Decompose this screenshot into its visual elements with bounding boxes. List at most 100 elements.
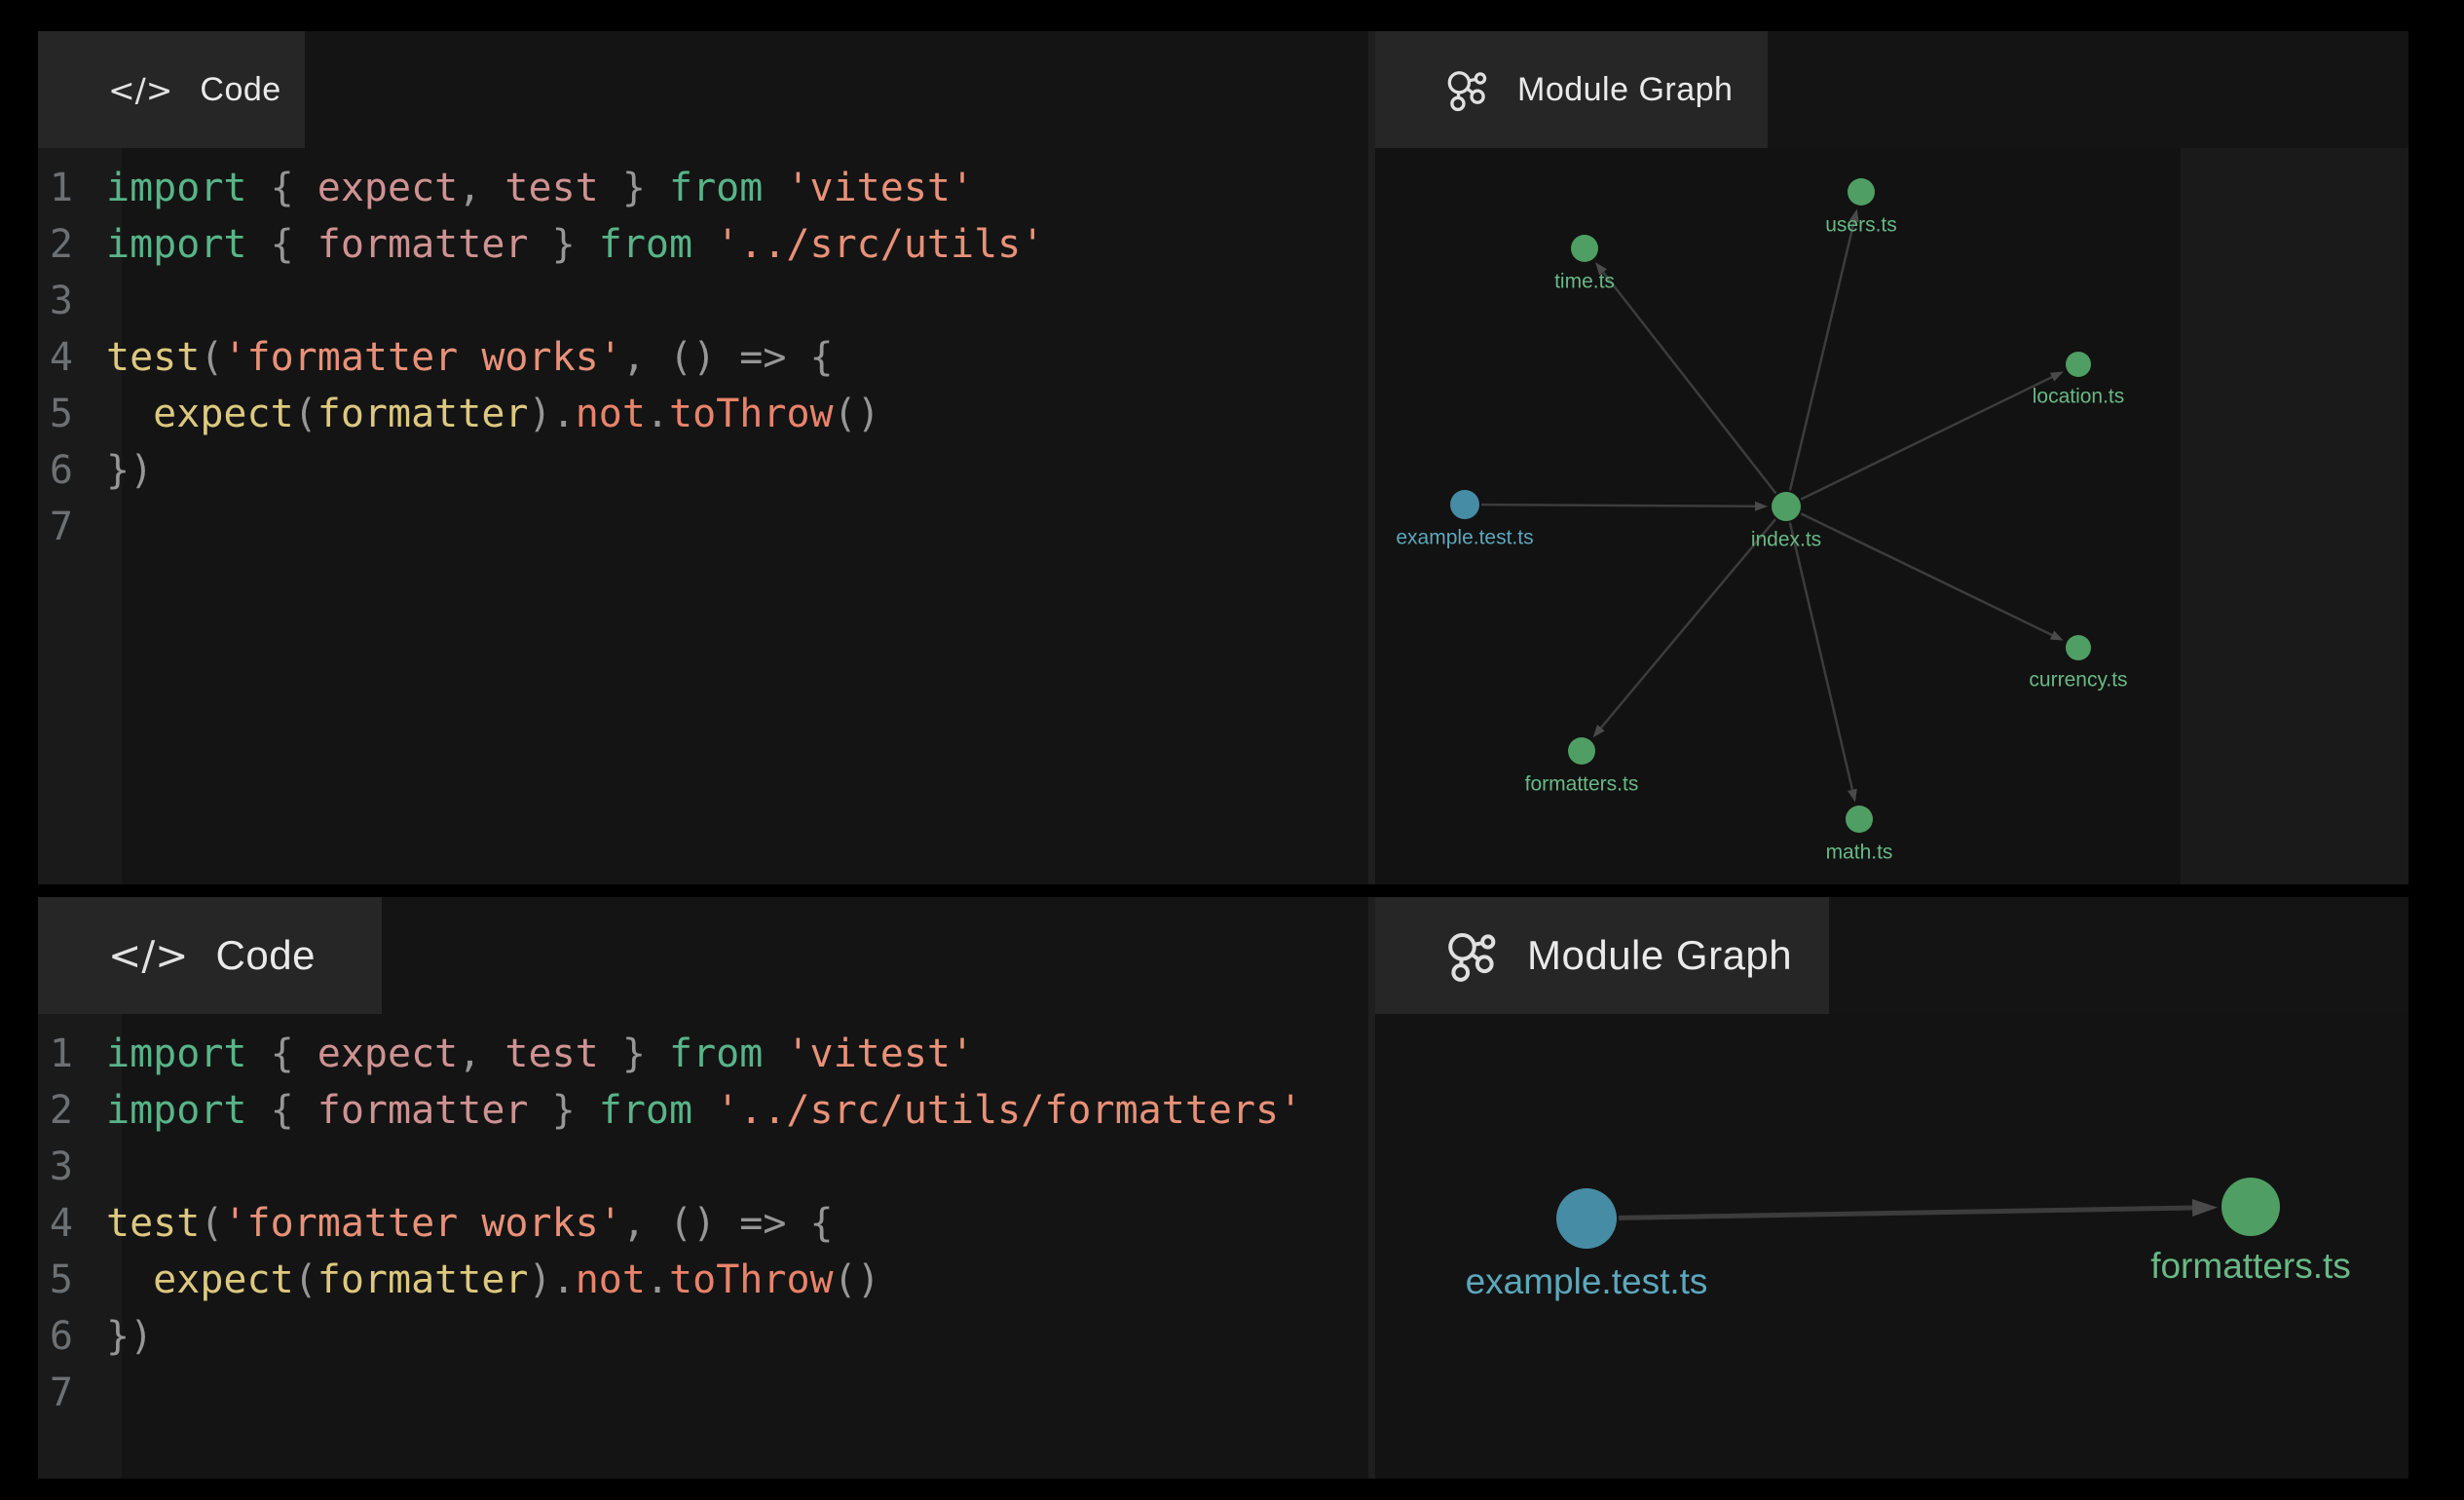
code-line-content: expect(formatter).not.toThrow(): [106, 386, 880, 442]
line-number: 1: [38, 160, 73, 216]
bottom-graph-header: Module Graph: [1375, 897, 2408, 1014]
graph-node-label: currency.ts: [2029, 668, 2127, 691]
code-icon: </>: [108, 71, 172, 109]
top-graph-header: Module Graph: [1375, 31, 2408, 148]
graph-edge-arrowhead: [2050, 371, 2064, 381]
graph-edge-arrowhead: [2050, 630, 2064, 640]
code-line: 6}): [38, 1308, 1368, 1365]
top-graph-panel: Module Graph users.ts time.ts location.ts e…: [1375, 31, 2408, 884]
code-line: 3: [38, 1139, 1368, 1195]
panel-divider: [1368, 897, 1375, 1479]
code-line: 1 import { expect, test } from 'vitest': [38, 1026, 1368, 1082]
code-line-content: }): [106, 442, 153, 499]
graph-edge-arrowhead: [2192, 1199, 2218, 1217]
line-number: 5: [38, 386, 73, 442]
tab-code-label: Code: [200, 71, 280, 109]
code-editor[interactable]: 1 import { expect, test } from 'vitest' 2i…: [38, 1014, 1368, 1479]
code-icon: </>: [108, 932, 189, 979]
code-line: 2 import { formatter } from '../src/utils…: [38, 1082, 1368, 1139]
graph-edge: [1801, 377, 2052, 499]
graph-node-label: example.test.ts: [1396, 526, 1533, 548]
graph-node-label: time.ts: [1554, 270, 1615, 292]
graph-edge: [1601, 519, 1775, 728]
graph-node-location.ts[interactable]: [2066, 352, 2091, 377]
module-graph-icon: [1445, 928, 1500, 983]
tab-code[interactable]: </> Code: [38, 897, 382, 1014]
code-line-content: import { formatter } from '../src/utils': [106, 216, 1044, 273]
line-number: 7: [38, 499, 73, 555]
code-line: 1 import { expect, test } from 'vitest': [38, 160, 1368, 216]
bottom-graph-panel: Module Graph example.test.ts formatters.t…: [1375, 897, 2408, 1479]
panel-divider: [1368, 31, 1375, 884]
tab-module-graph-label: Module Graph: [1527, 932, 1792, 979]
graph-node-label: users.ts: [1825, 213, 1897, 236]
code-line-content: }): [106, 1308, 153, 1365]
graph-node-users.ts[interactable]: [1848, 178, 1875, 206]
graph-node-label: index.ts: [1751, 528, 1821, 550]
graph-edge: [1481, 505, 1755, 506]
graph-node-index.ts[interactable]: [1772, 492, 1801, 521]
graph-edge: [1790, 523, 1852, 790]
tab-code[interactable]: </> Code: [38, 31, 305, 148]
graph-panel-margin: [2181, 31, 2408, 884]
graph-node-formatters.ts[interactable]: [2221, 1178, 2280, 1236]
graph-edge: [1790, 221, 1854, 490]
bottom-card: </> Code 1 import { expect, test } from '…: [38, 897, 2408, 1479]
code-line-content: expect(formatter).not.toThrow(): [106, 1252, 880, 1308]
top-code-panel: </> Code 1 import { expect, test } from '…: [38, 31, 1368, 884]
tab-code-label: Code: [216, 932, 316, 979]
code-line: 4test('formatter works', () => {: [38, 1195, 1368, 1252]
line-number: 3: [38, 1139, 73, 1195]
graph-node-currency.ts[interactable]: [2066, 635, 2091, 660]
graph-node-math.ts[interactable]: [1846, 806, 1873, 833]
graph-node-label: example.test.ts: [1466, 1261, 1708, 1301]
code-line: 7: [38, 499, 1368, 555]
line-number: 2: [38, 216, 73, 273]
line-number: 3: [38, 273, 73, 329]
code-line: 2 import { formatter } from '../src/utils…: [38, 216, 1368, 273]
graph-edge: [1619, 1208, 2192, 1218]
demo-page: </> Code 1 import { expect, test } from '…: [38, 31, 2408, 1479]
code-line-content: import { expect, test } from 'vitest': [106, 160, 974, 216]
code-line-content: import { formatter } from '../src/utils/…: [106, 1082, 1302, 1139]
code-line-content: test('formatter works', () => {: [106, 1195, 834, 1252]
module-graph-canvas[interactable]: example.test.ts formatters.ts: [1375, 1014, 2408, 1479]
code-editor[interactable]: 1 import { expect, test } from 'vitest' 2i…: [38, 148, 1368, 884]
code-line: 5 expect(formatter).not.toThrow(): [38, 1252, 1368, 1308]
code-line: 6}): [38, 442, 1368, 499]
code-line: 3: [38, 273, 1368, 329]
graph-node-example.test.ts[interactable]: [1556, 1188, 1617, 1249]
graph-edge-arrowhead: [1755, 502, 1768, 511]
code-line-content: import { expect, test } from 'vitest': [106, 1026, 974, 1082]
code-line: 7: [38, 1365, 1368, 1421]
line-number: 5: [38, 1252, 73, 1308]
line-number: 1: [38, 1026, 73, 1082]
code-line: 4 test('formatter works', () => {: [38, 329, 1368, 386]
line-number: 4: [38, 329, 73, 386]
code-line-content: test('formatter works', () => {: [106, 329, 834, 386]
top-code-header: </> Code: [38, 31, 1368, 148]
graph-node-label: math.ts: [1826, 841, 1893, 863]
module-graph-canvas[interactable]: users.ts time.ts location.ts example.test.t…: [1375, 148, 2181, 884]
tab-module-graph-label: Module Graph: [1517, 71, 1733, 109]
line-number: 2: [38, 1082, 73, 1139]
graph-node-example.test.ts[interactable]: [1450, 490, 1479, 519]
graph-node-label: formatters.ts: [2150, 1246, 2351, 1286]
tab-module-graph[interactable]: Module Graph: [1375, 897, 1829, 1014]
line-number: 7: [38, 1365, 73, 1421]
tab-module-graph[interactable]: Module Graph: [1375, 31, 1768, 148]
graph-node-formatters.ts[interactable]: [1568, 737, 1595, 765]
line-number: 6: [38, 442, 73, 499]
graph-edge: [1603, 272, 1775, 493]
graph-node-label: formatters.ts: [1525, 772, 1639, 795]
module-graph-icon: [1445, 67, 1490, 112]
bottom-code-header: </> Code: [38, 897, 1368, 1014]
graph-node-time.ts[interactable]: [1571, 235, 1598, 262]
graph-node-label: location.ts: [2033, 385, 2125, 407]
top-card: </> Code 1 import { expect, test } from '…: [38, 31, 2408, 884]
graph-edge: [1801, 513, 2052, 635]
code-line: 5 expect(formatter).not.toThrow(): [38, 386, 1368, 442]
bottom-code-panel: </> Code 1 import { expect, test } from '…: [38, 897, 1368, 1479]
graph-edge-arrowhead: [1848, 789, 1857, 803]
line-number: 6: [38, 1308, 73, 1365]
